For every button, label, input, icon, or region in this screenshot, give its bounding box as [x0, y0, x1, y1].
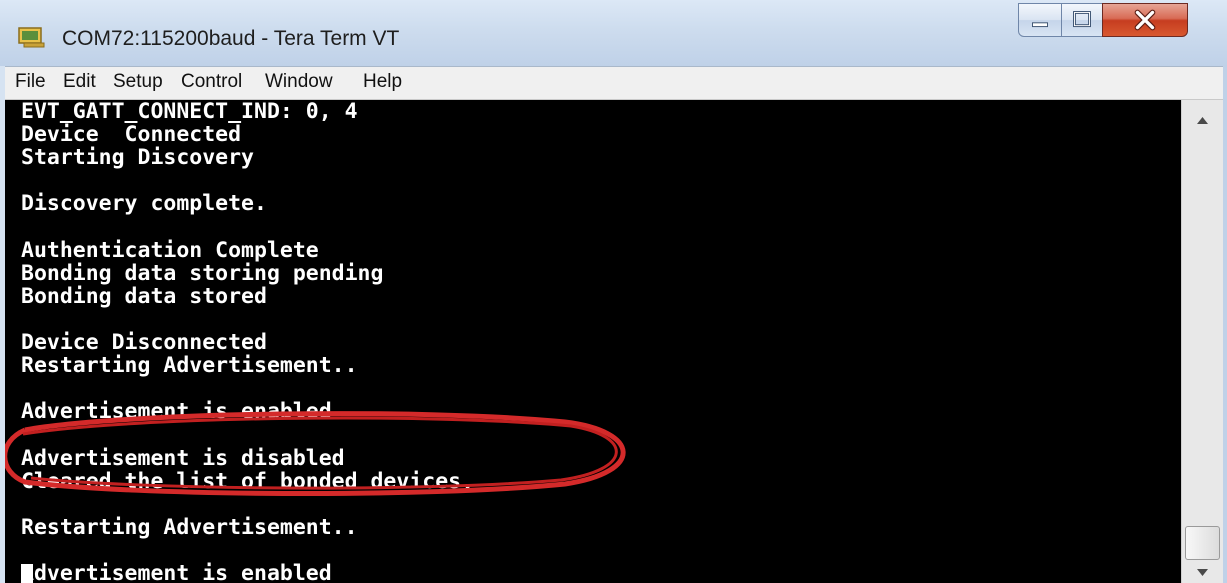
tera-term-window: COM72:115200baud - Tera Term VT File Edi…	[0, 0, 1227, 583]
terminal-output[interactable]: EVT_GATT_CONNECT_IND: 0, 4 Device Connect…	[5, 100, 1181, 583]
menu-setup[interactable]: Setup	[113, 71, 163, 93]
maximize-button[interactable]	[1061, 3, 1103, 37]
window-title: COM72:115200baud - Tera Term VT	[62, 27, 400, 50]
close-icon	[1134, 9, 1156, 31]
scroll-down-arrow-icon[interactable]	[1184, 562, 1221, 583]
minimize-icon	[1032, 22, 1048, 28]
menu-window[interactable]: Window	[265, 71, 333, 93]
title-bar[interactable]: COM72:115200baud - Tera Term VT	[0, 0, 1227, 66]
red-highlight-ellipse	[5, 411, 626, 497]
window-border	[1223, 66, 1227, 583]
tera-term-app-icon	[18, 27, 45, 48]
scroll-up-arrow-icon[interactable]	[1184, 102, 1221, 138]
menu-help[interactable]: Help	[363, 71, 402, 93]
menu-edit[interactable]: Edit	[63, 71, 96, 93]
maximize-icon	[1073, 11, 1091, 28]
menu-control[interactable]: Control	[181, 71, 242, 93]
scroll-thumb[interactable]	[1185, 526, 1220, 560]
vertical-scrollbar[interactable]	[1181, 100, 1224, 583]
menu-file[interactable]: File	[15, 71, 46, 93]
close-button[interactable]	[1102, 3, 1188, 37]
menu-bar: File Edit Setup Control Window Help	[5, 66, 1223, 100]
minimize-button[interactable]	[1018, 3, 1062, 37]
